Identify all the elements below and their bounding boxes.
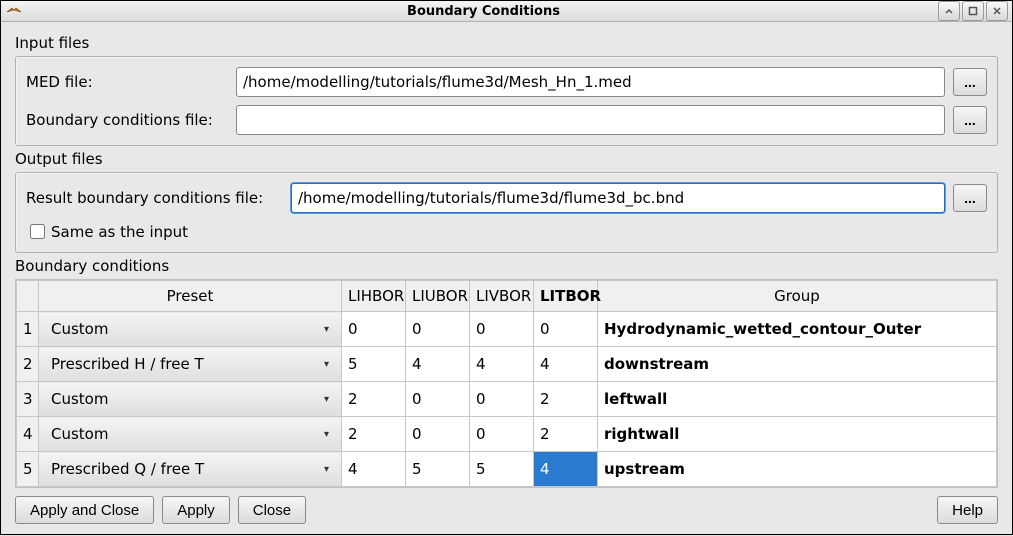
preset-value: Prescribed Q / free T [51,460,320,478]
maximize-button[interactable] [962,1,984,21]
preset-value: Custom [51,390,320,408]
row-number[interactable]: 4 [17,417,39,452]
livbor-cell[interactable]: 0 [470,417,534,452]
row-number[interactable]: 3 [17,382,39,417]
litbor-cell[interactable]: 4 [534,347,598,382]
preset-dropdown[interactable]: Custom ▾ [39,382,342,417]
help-button[interactable]: Help [937,496,998,524]
med-file-browse-button[interactable]: ... [953,68,987,96]
table-row: 2Prescribed H / free T▾5444downstream [17,347,997,382]
app-icon [5,2,23,20]
same-as-input-label: Same as the input [51,223,188,241]
result-file-label: Result boundary conditions file: [26,189,291,207]
chevron-down-icon: ▾ [324,394,329,405]
result-file-input[interactable] [291,183,945,213]
same-as-input-checkbox[interactable] [30,224,45,239]
apply-and-close-button[interactable]: Apply and Close [15,496,154,524]
row-number[interactable]: 5 [17,452,39,487]
group-cell[interactable]: upstream [598,452,997,487]
output-files-group: Result boundary conditions file: ... Sam… [15,172,998,253]
liubor-cell[interactable]: 0 [406,417,470,452]
group-cell[interactable]: rightwall [598,417,997,452]
preset-value: Custom [51,320,320,338]
chevron-down-icon: ▾ [324,324,329,335]
header-group[interactable]: Group [598,281,997,312]
close-dialog-button[interactable]: Close [238,496,306,524]
dialog-window: Boundary Conditions Input files MED file… [0,0,1013,535]
litbor-cell[interactable]: 0 [534,312,598,347]
bc-file-label: Boundary conditions file: [26,111,236,129]
header-lihbor[interactable]: LIHBOR [342,281,406,312]
close-button[interactable] [986,1,1008,21]
liubor-cell[interactable]: 0 [406,312,470,347]
lihbor-cell[interactable]: 2 [342,417,406,452]
header-rownum [17,281,39,312]
table-row: 3Custom▾2002leftwall [17,382,997,417]
row-number[interactable]: 1 [17,312,39,347]
lihbor-cell[interactable]: 0 [342,312,406,347]
dialog-buttons: Apply and Close Apply Close Help [15,488,998,532]
livbor-cell[interactable]: 0 [470,382,534,417]
livbor-cell[interactable]: 5 [470,452,534,487]
bc-table: Preset LIHBOR LIUBOR LIVBOR LITBOR Group… [15,279,998,488]
table-row: 5Prescribed Q / free T▾4554upstream [17,452,997,487]
lihbor-cell[interactable]: 4 [342,452,406,487]
result-file-browse-button[interactable]: ... [953,184,987,212]
header-preset[interactable]: Preset [39,281,342,312]
chevron-down-icon: ▾ [324,464,329,475]
window-title: Boundary Conditions [29,4,938,19]
titlebar: Boundary Conditions [1,1,1012,22]
preset-dropdown[interactable]: Custom ▾ [39,417,342,452]
window-buttons [938,1,1008,21]
apply-button[interactable]: Apply [162,496,230,524]
liubor-cell[interactable]: 4 [406,347,470,382]
preset-value: Custom [51,425,320,443]
group-cell[interactable]: Hydrodynamic_wetted_contour_Outer [598,312,997,347]
table-row: 1Custom▾0000Hydrodynamic_wetted_contour_… [17,312,997,347]
header-liubor[interactable]: LIUBOR [406,281,470,312]
input-files-group: MED file: ... Boundary conditions file: … [15,56,998,146]
chevron-down-icon: ▾ [324,429,329,440]
chevron-down-icon: ▾ [324,359,329,370]
preset-dropdown[interactable]: Prescribed H / free T ▾ [39,347,342,382]
lihbor-cell[interactable]: 2 [342,382,406,417]
med-file-label: MED file: [26,73,236,91]
litbor-cell[interactable]: 2 [534,417,598,452]
bc-file-browse-button[interactable]: ... [953,106,987,134]
preset-dropdown[interactable]: Custom ▾ [39,312,342,347]
row-number[interactable]: 2 [17,347,39,382]
table-header-row: Preset LIHBOR LIUBOR LIVBOR LITBOR Group [17,281,997,312]
bc-file-input[interactable] [236,105,945,135]
liubor-cell[interactable]: 5 [406,452,470,487]
group-cell[interactable]: downstream [598,347,997,382]
input-files-label: Input files [15,34,998,52]
header-litbor[interactable]: LITBOR [534,281,598,312]
output-files-label: Output files [15,150,998,168]
header-livbor[interactable]: LIVBOR [470,281,534,312]
litbor-cell[interactable]: 4 [534,452,598,487]
group-cell[interactable]: leftwall [598,382,997,417]
livbor-cell[interactable]: 4 [470,347,534,382]
table-row: 4Custom▾2002rightwall [17,417,997,452]
preset-value: Prescribed H / free T [51,355,320,373]
litbor-cell[interactable]: 2 [534,382,598,417]
livbor-cell[interactable]: 0 [470,312,534,347]
liubor-cell[interactable]: 0 [406,382,470,417]
med-file-input[interactable] [236,67,945,97]
bc-table-label: Boundary conditions [15,257,998,275]
minimize-button[interactable] [938,1,960,21]
preset-dropdown[interactable]: Prescribed Q / free T ▾ [39,452,342,487]
lihbor-cell[interactable]: 5 [342,347,406,382]
